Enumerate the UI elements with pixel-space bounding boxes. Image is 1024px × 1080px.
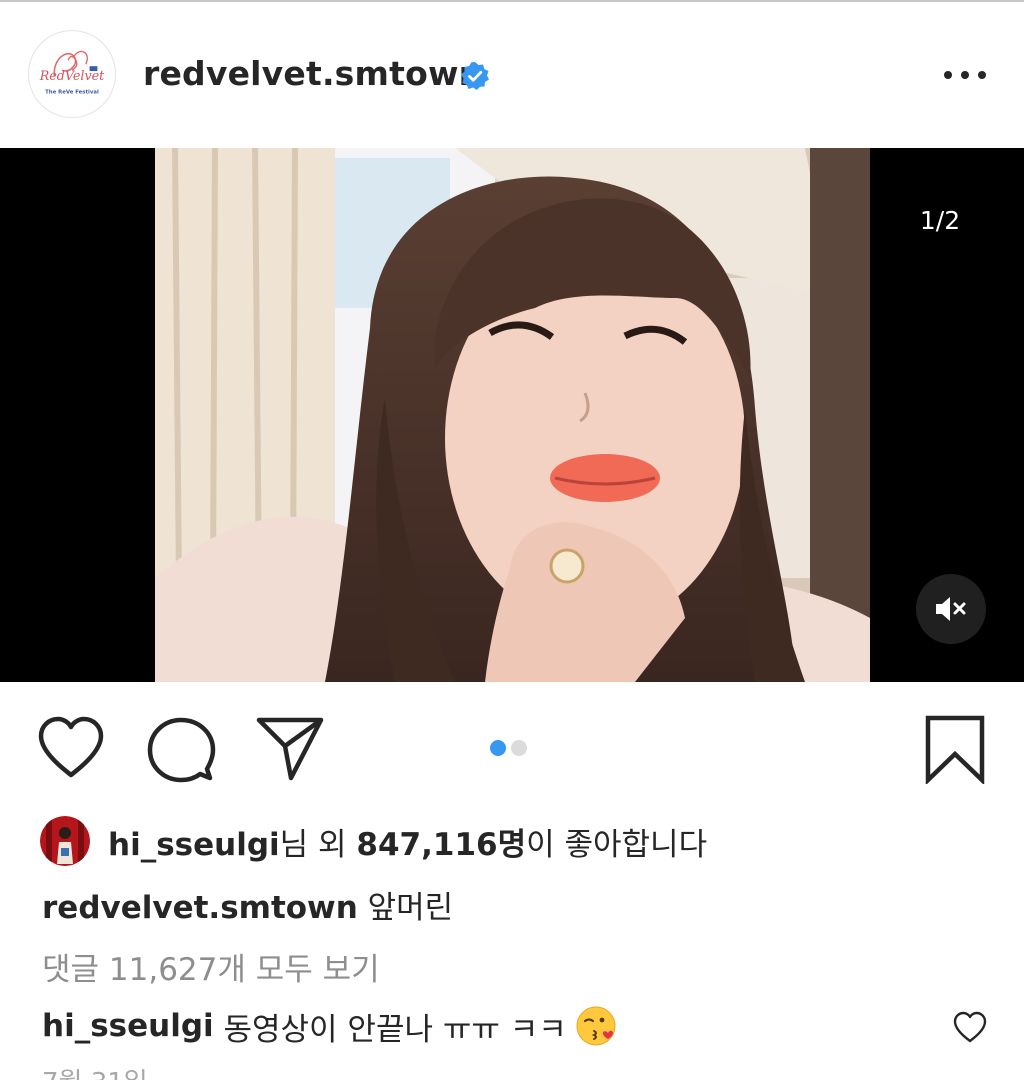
profile-avatar[interactable]: RedVelvet The ReVe Festival — [28, 30, 116, 118]
liker-profile-image — [40, 816, 90, 866]
comment-username[interactable]: hi_sseulgi — [42, 1008, 214, 1044]
heart-outline-icon[interactable] — [36, 714, 106, 784]
more-dot — [944, 71, 952, 79]
post-caption: redvelvet.smtown 앞머린 — [42, 882, 453, 927]
red-velvet-logo: RedVelvet The ReVe Festival — [29, 31, 115, 117]
kissing-face-with-heart-emoji — [576, 1006, 616, 1046]
media-counter: 1/2 — [919, 206, 961, 235]
bookmark-outline-icon[interactable] — [922, 714, 988, 784]
liker-avatar[interactable] — [40, 816, 90, 866]
carousel-indicator — [490, 740, 540, 756]
more-dot — [961, 71, 969, 79]
comment-text: 동영상이 안끝나 ㅠㅠ ㅋㅋ — [223, 1011, 567, 1048]
likes-row[interactable]: hi_sseulgi님 외 847,116명이 좋아합니다 — [40, 816, 707, 866]
carousel-dot — [511, 740, 527, 756]
post-media[interactable]: 1/2 — [0, 148, 1024, 682]
video-still-image — [155, 148, 870, 682]
caption-username[interactable]: redvelvet.smtown — [42, 890, 358, 926]
post-timestamp: 7월 31일 — [42, 1062, 148, 1080]
more-options-icon[interactable] — [940, 60, 990, 90]
likes-summary: hi_sseulgi님 외 847,116명이 좋아합니다 — [108, 819, 707, 864]
verified-badge-icon — [461, 62, 489, 90]
liker-username[interactable]: hi_sseulgi — [108, 827, 280, 863]
likes-suffix-text: 이 좋아합니다 — [526, 826, 708, 863]
likes-middle-text: 님 외 — [279, 826, 357, 863]
comment-item: hi_sseulgi 동영상이 안끝나 ㅠㅠ ㅋㅋ — [42, 1004, 617, 1048]
more-dot — [978, 71, 986, 79]
volume-muted-icon — [936, 597, 966, 621]
view-all-comments-link[interactable]: 댓글 11,627개 모두 보기 — [42, 944, 380, 989]
post-username[interactable]: redvelvet.smtown — [143, 54, 482, 93]
caption-text: 앞머린 — [367, 890, 454, 926]
post-header: RedVelvet The ReVe Festival redvelvet.sm… — [0, 2, 1024, 148]
comment-bubble-icon[interactable] — [146, 715, 216, 785]
likes-count[interactable]: 847,116명 — [356, 827, 526, 863]
svg-text:The ReVe Festival: The ReVe Festival — [45, 90, 99, 96]
video-player[interactable] — [155, 148, 870, 682]
action-bar — [0, 682, 1024, 812]
comment-like-heart-icon[interactable] — [952, 1010, 988, 1044]
carousel-dot — [490, 740, 506, 756]
paper-plane-icon[interactable] — [255, 714, 325, 784]
mute-button[interactable] — [916, 574, 986, 644]
